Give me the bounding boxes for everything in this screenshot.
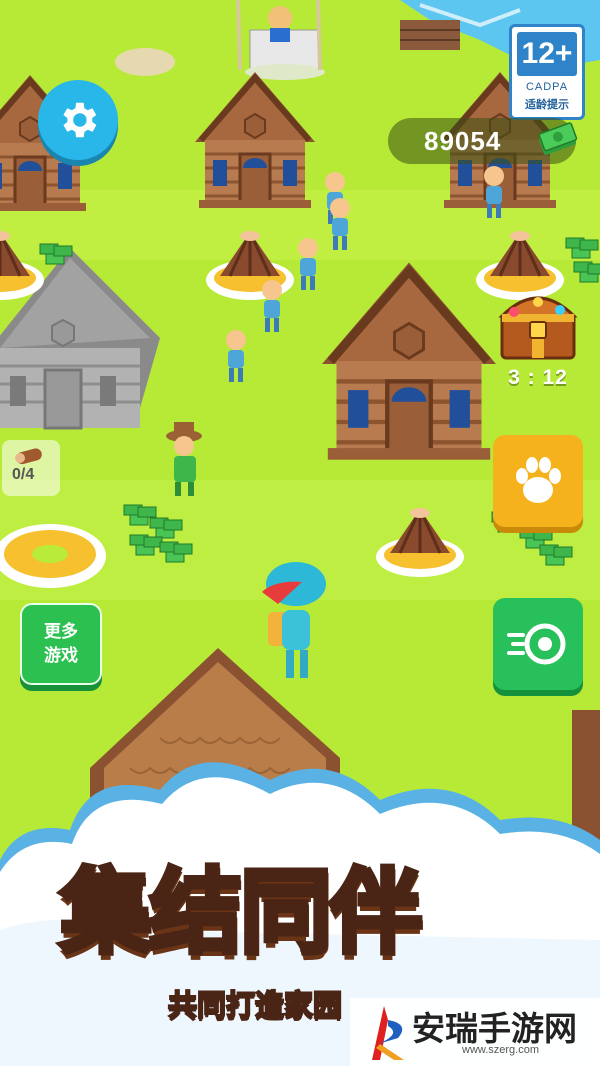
site-logo-icon	[372, 1006, 404, 1060]
age-rating: 12+	[517, 32, 577, 76]
gear-icon	[63, 102, 97, 138]
log-counter: 0/4	[2, 440, 60, 496]
watermark-url: www.szerg.com	[462, 1044, 540, 1056]
chest-icon[interactable]	[496, 284, 580, 364]
more-games-label-2: 游戏	[44, 646, 78, 665]
promo-title: 集结同伴	[57, 858, 550, 968]
log-icon	[15, 448, 42, 465]
age-rating-badge: 12+ CADPA 适龄提示	[509, 24, 585, 120]
settings-button[interactable]	[38, 80, 118, 160]
watermark-name: 安瑞手游网	[412, 1009, 577, 1048]
promo-title-part2: 同伴	[238, 860, 425, 967]
more-games-button[interactable]: 更多 游戏	[20, 603, 102, 685]
cash-icon	[538, 122, 578, 155]
chest-timer: 3 : 12	[508, 366, 568, 389]
game-scene[interactable]: 12+ CADPA 适龄提示 89054 3 : 12 0/4 更多 游戏 集结…	[0, 0, 600, 1066]
money-counter: 89054	[388, 118, 578, 164]
more-games-label-1: 更多	[44, 622, 78, 641]
rating-org: CADPA	[525, 81, 569, 93]
speed-boost-button[interactable]	[493, 598, 583, 690]
paw-icon	[516, 457, 561, 503]
dock	[400, 20, 460, 50]
promo-title-part1: 集结	[57, 860, 244, 967]
watermark: 安瑞手游网 www.szerg.com	[350, 998, 600, 1066]
money-value: 89054	[424, 126, 502, 156]
rating-hint: 适龄提示	[525, 99, 569, 111]
pet-button[interactable]	[493, 435, 583, 527]
speed-icon	[507, 623, 566, 665]
log-counter-value: 0/4	[12, 466, 35, 483]
promo-subtitle: 共同打造家园	[167, 989, 343, 1023]
